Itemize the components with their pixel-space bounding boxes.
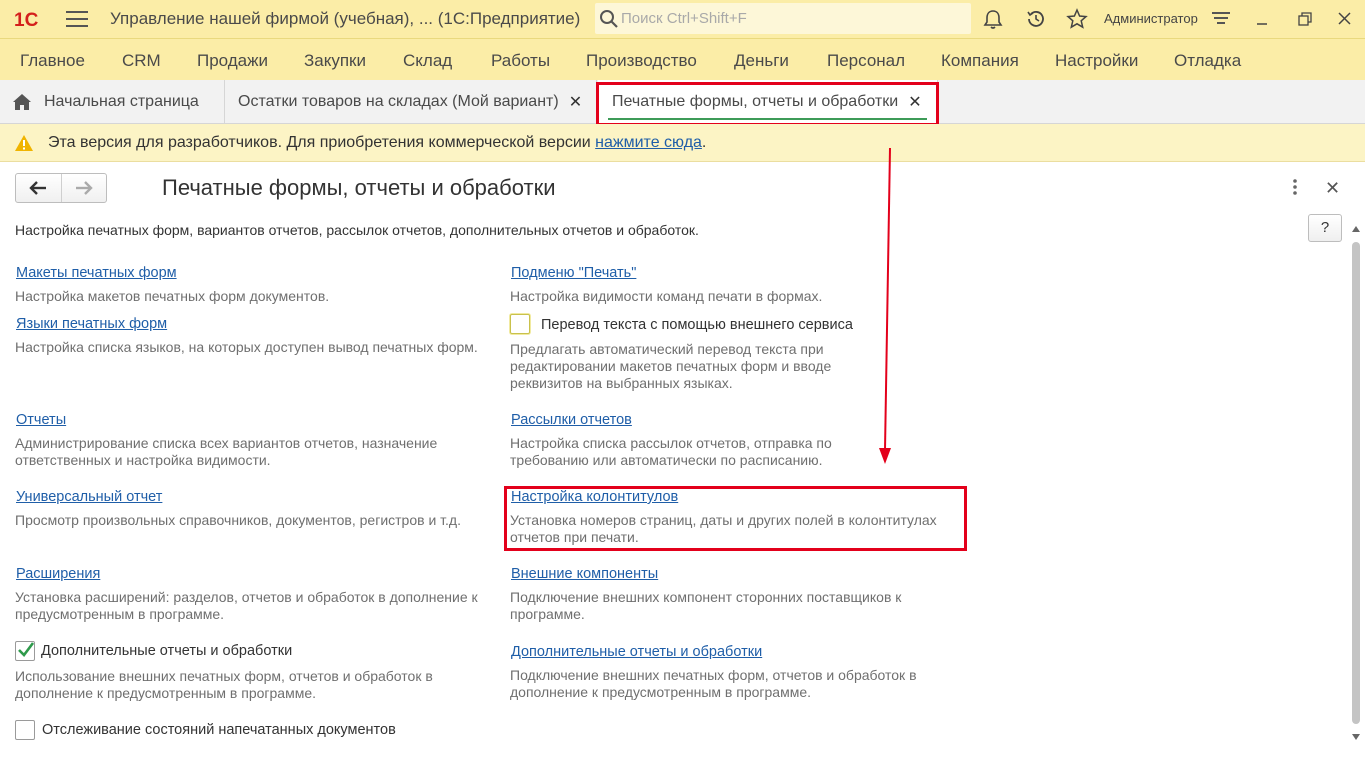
- tab-highlight-frame: [596, 82, 939, 126]
- close-form-icon[interactable]: ✕: [1325, 178, 1340, 199]
- translate-label[interactable]: Перевод текста с помощью внешнего сервис…: [541, 317, 853, 333]
- warning-tail: .: [701, 134, 707, 151]
- search-icon: [600, 10, 618, 28]
- purchase-link[interactable]: нажмите сюда: [595, 134, 702, 151]
- bell-icon[interactable]: [982, 8, 1004, 30]
- print-form-languages-link[interactable]: Языки печатных форм: [16, 316, 167, 332]
- warning-message: Эта версия для разработчиков. Для приобр…: [48, 134, 596, 151]
- tab-home-label: Начальная страница: [44, 93, 199, 110]
- warning-text: Эта версия для разработчиков. Для приобр…: [48, 134, 706, 152]
- home-icon: [13, 94, 31, 110]
- report-mailings-link[interactable]: Рассылки отчетов: [511, 412, 632, 428]
- user-name[interactable]: Администратор: [1104, 11, 1198, 26]
- reports-link[interactable]: Отчеты: [16, 412, 66, 428]
- form-intro-text: Настройка печатных форм, вариантов отчет…: [15, 222, 699, 238]
- warning-icon: [15, 135, 33, 151]
- menu-purchases[interactable]: Закупки: [304, 51, 366, 71]
- additional-reports-connect-desc: Подключение внешних печатных форм, отчет…: [510, 667, 917, 700]
- menu-debug[interactable]: Отладка: [1174, 51, 1241, 71]
- menu-warehouse[interactable]: Склад: [403, 51, 452, 71]
- tab-stock-report[interactable]: Остатки товаров на складах (Мой вариант)…: [225, 80, 597, 124]
- print-tracking-label[interactable]: Отслеживание состояний напечатанных доку…: [42, 722, 396, 738]
- additional-reports-checkbox[interactable]: [15, 641, 35, 661]
- reports-desc: Администрирование списка всех вариантов …: [15, 435, 438, 468]
- arrow-left-icon: [29, 181, 47, 195]
- print-form-layouts-link[interactable]: Макеты печатных форм: [16, 265, 177, 281]
- developer-warning-bar: Эта версия для разработчиков. Для приобр…: [0, 124, 1365, 162]
- scroll-down-icon[interactable]: [1351, 732, 1361, 742]
- section-menu: Главное CRM Продажи Закупки Склад Работы…: [0, 38, 1365, 80]
- print-tracking-checkbox[interactable]: [15, 720, 35, 740]
- main-menu-icon[interactable]: [66, 9, 88, 29]
- menu-crm[interactable]: CRM: [122, 51, 161, 71]
- checkmark-icon: [18, 642, 35, 657]
- extensions-desc: Установка расширений: разделов, отчетов …: [15, 589, 478, 622]
- window-title: Управление нашей фирмой (учебная), ... (…: [110, 9, 581, 28]
- report-mailings-desc: Настройка списка рассылок отчетов, отпра…: [510, 435, 832, 468]
- vertical-scrollbar[interactable]: [1352, 242, 1360, 724]
- scroll-up-icon[interactable]: [1351, 224, 1361, 234]
- external-components-link[interactable]: Внешние компоненты: [511, 566, 658, 582]
- print-form-layouts-desc: Настройка макетов печатных форм документ…: [15, 288, 330, 304]
- help-button[interactable]: ?: [1308, 214, 1342, 242]
- menu-sales[interactable]: Продажи: [197, 51, 268, 71]
- external-components-desc: Подключение внешних компонент сторонних …: [510, 589, 902, 622]
- additional-reports-label[interactable]: Дополнительные отчеты и обработки: [41, 643, 292, 659]
- additional-reports-link[interactable]: Дополнительные отчеты и обработки: [511, 644, 762, 660]
- minimize-icon[interactable]: [1252, 8, 1274, 30]
- page-title: Печатные формы, отчеты и обработки: [162, 175, 556, 200]
- menu-production[interactable]: Производство: [586, 51, 697, 71]
- tab-home[interactable]: Начальная страница: [0, 80, 225, 124]
- menu-company[interactable]: Компания: [941, 51, 1019, 71]
- universal-report-desc: Просмотр произвольных справочников, доку…: [15, 512, 461, 528]
- translate-desc: Предлагать автоматический перевод текста…: [510, 341, 832, 391]
- 1c-logo-icon[interactable]: 1С: [14, 8, 50, 30]
- search-input[interactable]: [621, 6, 961, 30]
- arrow-right-icon: [75, 181, 93, 195]
- tab-stock-report-label: Остатки товаров на складах (Мой вариант): [238, 93, 559, 110]
- history-icon[interactable]: [1025, 8, 1047, 30]
- title-bar: 1С Управление нашей фирмой (учебная), ..…: [0, 0, 1365, 38]
- universal-report-link[interactable]: Универсальный отчет: [16, 489, 162, 505]
- extensions-link[interactable]: Расширения: [16, 566, 100, 582]
- additional-reports-desc: Использование внешних печатных форм, отч…: [15, 668, 433, 701]
- menu-main[interactable]: Главное: [20, 51, 85, 71]
- settings-menu-icon[interactable]: [1210, 8, 1232, 30]
- star-icon[interactable]: [1066, 8, 1088, 30]
- logo-text: 1С: [14, 10, 39, 30]
- print-submenu-desc: Настройка видимости команд печати в форм…: [510, 288, 823, 304]
- more-actions-icon[interactable]: [1288, 178, 1302, 196]
- tab-stock-report-close-icon[interactable]: ✕: [569, 92, 582, 112]
- search-box[interactable]: [595, 3, 971, 34]
- navigation-buttons: [15, 173, 107, 203]
- menu-personnel[interactable]: Персонал: [827, 51, 905, 71]
- forward-button[interactable]: [60, 174, 106, 202]
- print-submenu-link[interactable]: Подменю "Печать": [511, 265, 636, 281]
- menu-works[interactable]: Работы: [491, 51, 550, 71]
- back-button[interactable]: [16, 174, 61, 202]
- menu-settings[interactable]: Настройки: [1055, 51, 1138, 71]
- menu-money[interactable]: Деньги: [734, 51, 789, 71]
- translate-checkbox[interactable]: [510, 314, 530, 334]
- close-window-icon[interactable]: [1334, 8, 1356, 30]
- restore-icon[interactable]: [1294, 8, 1316, 30]
- headers-footers-highlight-frame: [504, 486, 967, 551]
- print-form-languages-desc: Настройка списка языков, на которых дост…: [15, 339, 478, 355]
